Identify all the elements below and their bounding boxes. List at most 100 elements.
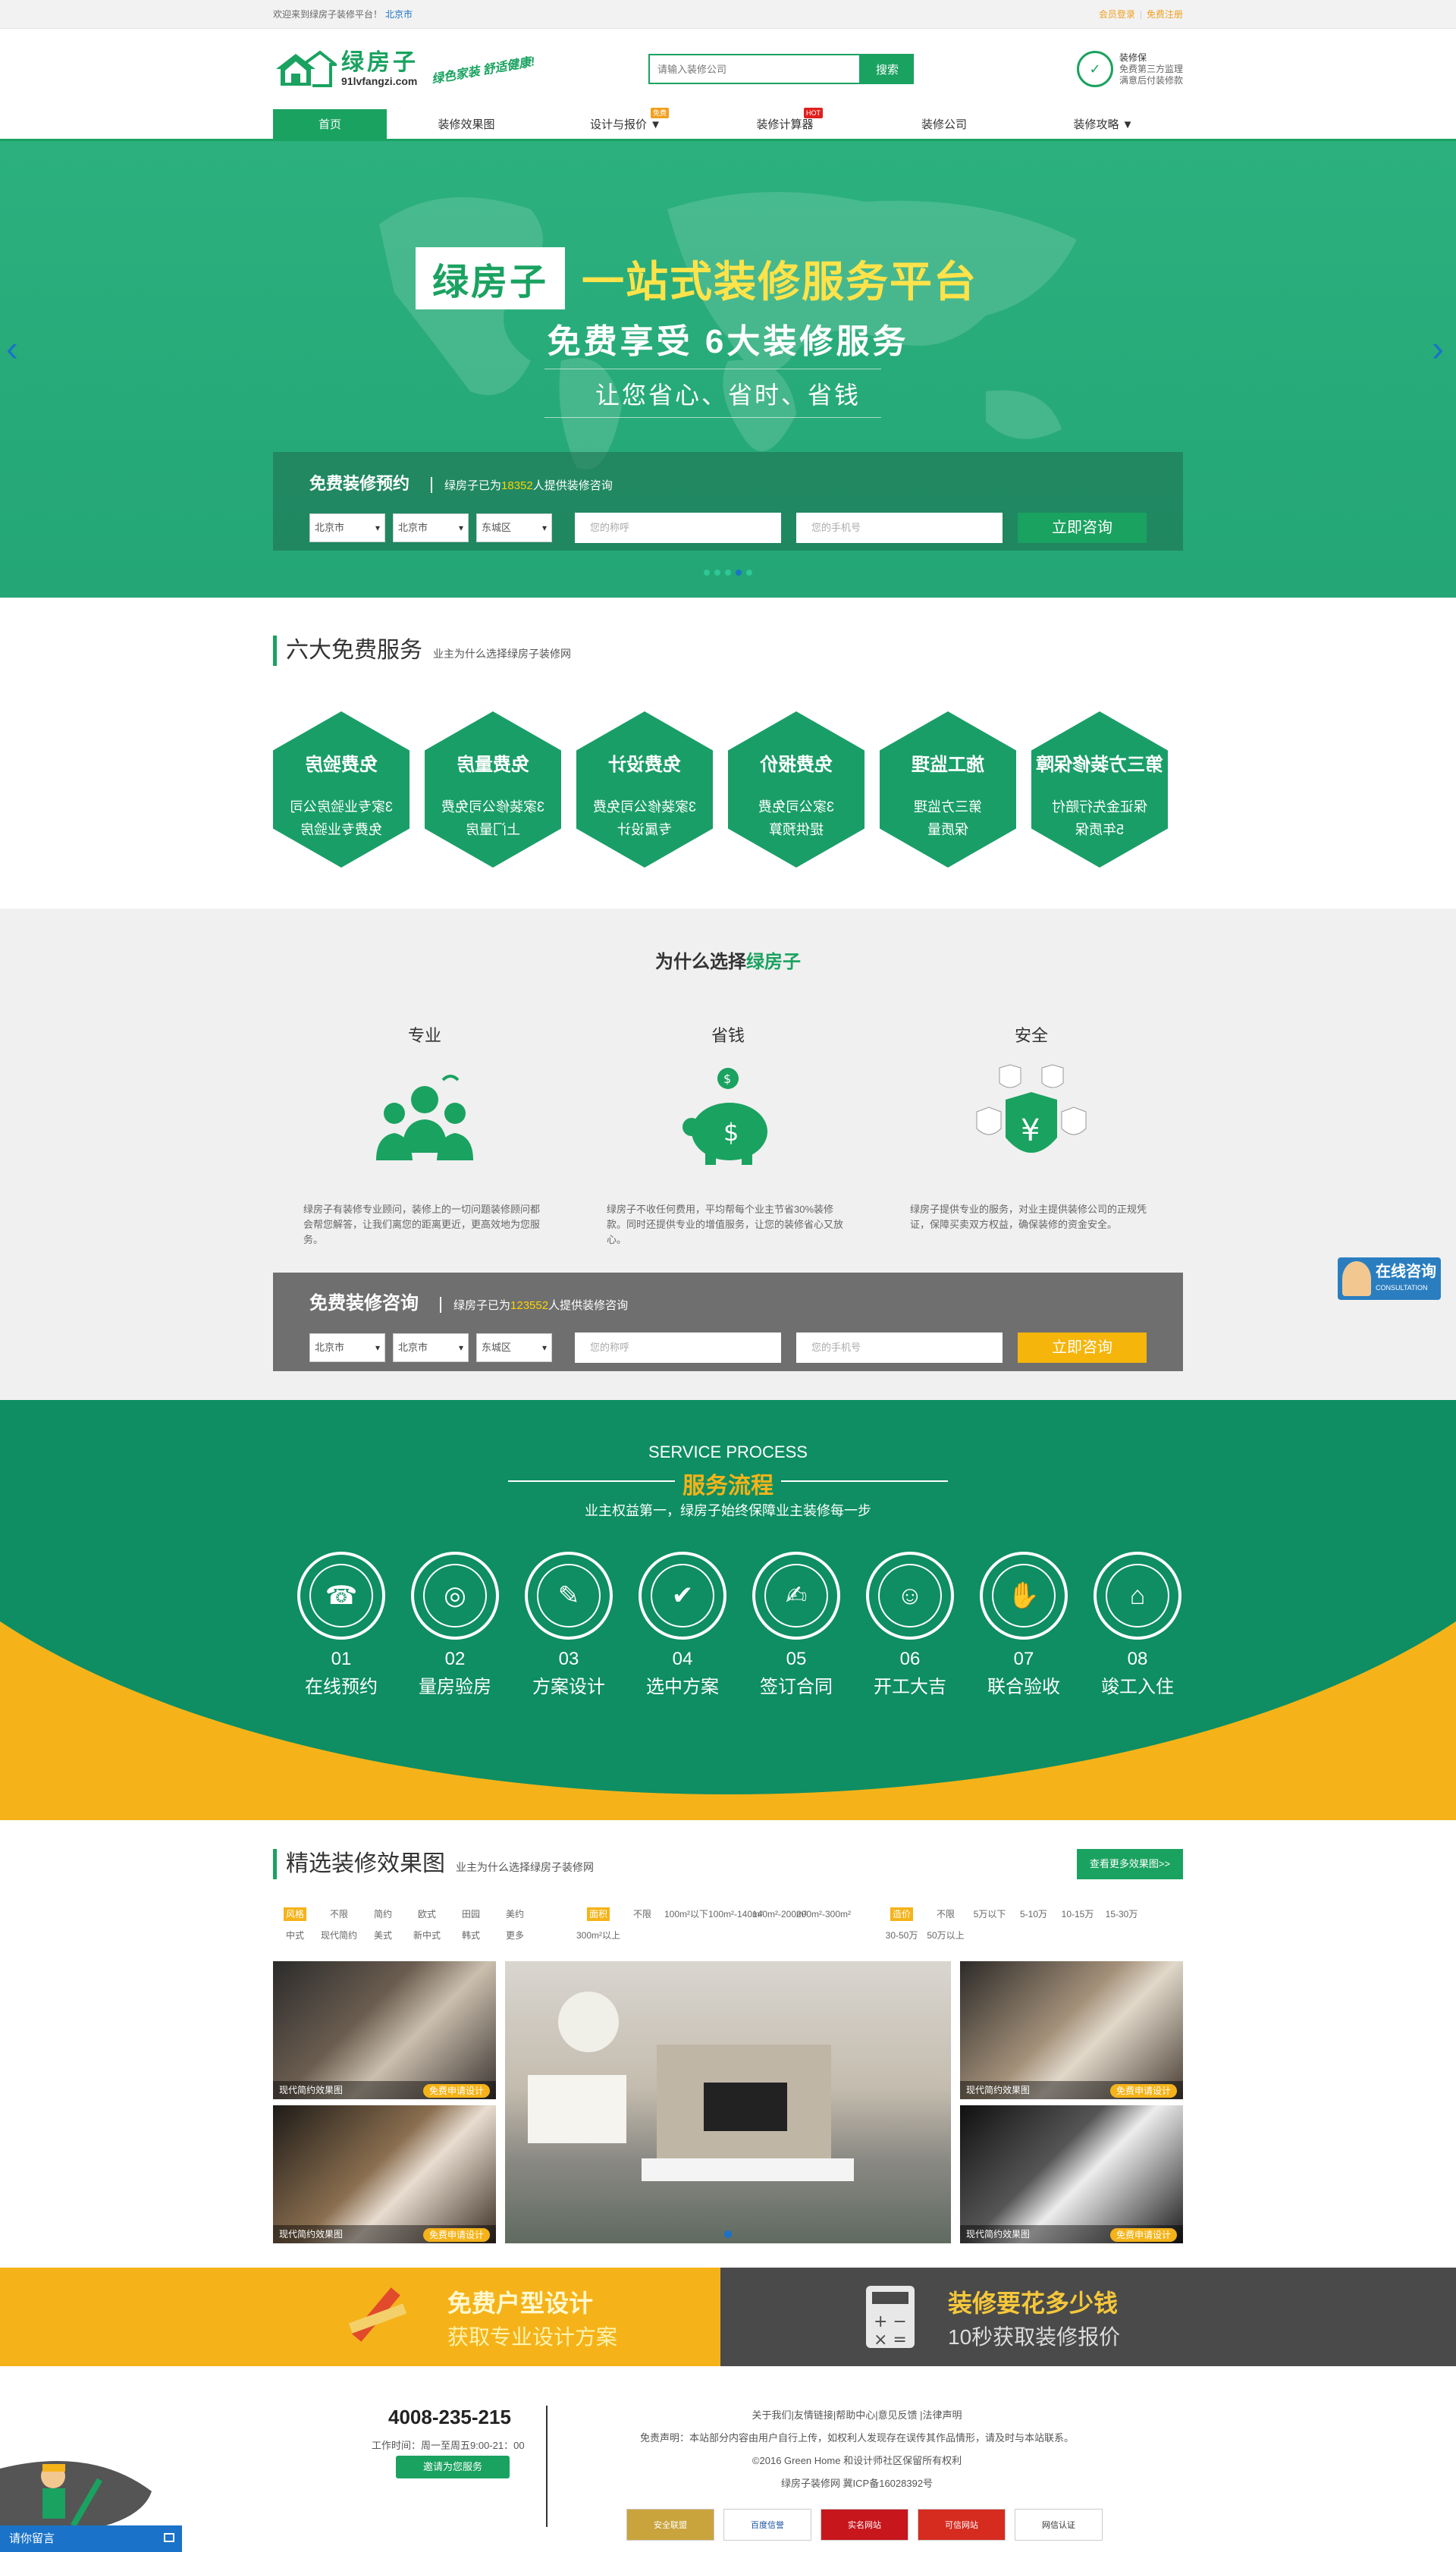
apply-design-button[interactable]: 免费申请设计: [1109, 2228, 1177, 2242]
service-hex[interactable]: 免费量房 3家装修公司免费 上门量房: [425, 711, 561, 868]
filter-option[interactable]: 简约: [361, 1904, 405, 1925]
filter-option[interactable]: 30-50万: [880, 1925, 924, 1946]
filter-option[interactable]: 200m²-300m²: [796, 1904, 851, 1925]
filter-option[interactable]: 美约: [493, 1904, 537, 1925]
prev-arrow-icon[interactable]: ‹: [6, 331, 24, 368]
gallery-photo-lounge[interactable]: 现代简约效果图 免费申请设计: [960, 1961, 1183, 2099]
nav-calculator[interactable]: 装修计算器 HOT: [705, 108, 864, 141]
filter-option[interactable]: 韩式: [449, 1925, 493, 1946]
quote-calculator-promo[interactable]: + − × = 装修要花多少钱 10秒获取装修报价: [720, 2268, 1456, 2366]
step-label: 方案设计: [532, 1677, 605, 1697]
carousel-dot[interactable]: [704, 570, 710, 576]
filter-option[interactable]: 更多: [493, 1925, 537, 1946]
province-select[interactable]: 北京市: [309, 513, 385, 542]
minimize-icon[interactable]: [164, 2533, 174, 2542]
logo-slogan: 绿色家装 舒适健康!: [431, 55, 536, 86]
district-select[interactable]: 东城区: [476, 1333, 552, 1362]
filter-option[interactable]: 现代简约: [317, 1925, 361, 1946]
nav-guides[interactable]: 装修攻略 ▼: [1024, 109, 1183, 141]
filter-option[interactable]: 100m²以下: [664, 1904, 708, 1925]
cert-baidu[interactable]: 百度信誉: [723, 2509, 811, 2541]
nav-gallery[interactable]: 装修效果图: [387, 109, 546, 141]
living-room-illustration: [528, 1992, 854, 2238]
filter-option[interactable]: 300m²以上: [576, 1925, 620, 1946]
consult-now-button[interactable]: 立即咨询: [1018, 513, 1147, 543]
footer: 4008-235-215 工作时间：周一至周五9:00-21：00 邀请为您服务…: [0, 2366, 1456, 2551]
filter-option[interactable]: 10-15万: [1056, 1904, 1100, 1925]
name-input[interactable]: 您的称呼: [575, 513, 781, 543]
province-select[interactable]: 北京市: [309, 1333, 385, 1362]
nav-design-quote[interactable]: 设计与报价 ▼ 免费: [546, 108, 705, 141]
nav-home[interactable]: 首页: [273, 109, 387, 141]
apply-design-button[interactable]: 免费申请设计: [422, 2228, 490, 2242]
gallery-photo-living-room[interactable]: [505, 1961, 951, 2243]
filter-option[interactable]: 美式: [361, 1925, 405, 1946]
filter-option[interactable]: 15-30万: [1100, 1904, 1144, 1925]
filter-option[interactable]: 中式: [273, 1925, 317, 1946]
logo[interactable]: 绿房子 91lvfangzi.com 绿色家装 舒适健康!: [273, 49, 576, 89]
photo-caption: 现代简约效果图 免费申请设计: [960, 2225, 1183, 2243]
service-hex[interactable]: 第三方装修保障 保证金先行赔付 5年质保: [1031, 711, 1168, 868]
apply-design-button[interactable]: 免费申请设计: [1109, 2084, 1177, 2098]
phone-input[interactable]: 您的手机号: [796, 1333, 1003, 1363]
service-hex[interactable]: 免费报价 3家公司免费 提供预算: [728, 711, 864, 868]
next-arrow-icon[interactable]: ›: [1432, 331, 1450, 368]
booking-title: 免费装修预约: [309, 474, 410, 493]
gallery-photo-hallway[interactable]: 现代简约效果图 免费申请设计: [960, 2105, 1183, 2243]
logo-domain: 91lvfangzi.com: [341, 75, 418, 87]
consult-now-button[interactable]: 立即咨询: [1018, 1333, 1147, 1363]
carousel-dot[interactable]: [736, 570, 742, 576]
register-link[interactable]: 免费注册: [1147, 9, 1183, 20]
search-button[interactable]: 搜索: [861, 54, 914, 84]
carousel-dot[interactable]: [725, 570, 731, 576]
filter-option[interactable]: 不限: [924, 1904, 968, 1925]
filter-option[interactable]: 不限: [620, 1904, 664, 1925]
six-services-section: 六大免费服务 业主为什么选择绿房子装修网 免费验房 3家专业验房公司 免费专业验房 免…: [273, 598, 1183, 909]
booking-header: 免费装修预约 绿房子已为18352人提供装修咨询: [309, 470, 1147, 494]
city-link[interactable]: 北京市: [385, 9, 413, 20]
service-hex[interactable]: 免费验房 3家专业验房公司 免费专业验房: [273, 711, 410, 868]
worker-icon: ☺: [878, 1564, 942, 1628]
filter-option[interactable]: 50万以上: [924, 1925, 968, 1946]
nav-companies[interactable]: 装修公司: [864, 109, 1024, 141]
filter-option[interactable]: 欧式: [405, 1904, 449, 1925]
filter-option[interactable]: 140m²-200m²: [752, 1904, 807, 1925]
search-input[interactable]: [648, 54, 861, 84]
city-select[interactable]: 北京市: [393, 513, 469, 542]
guarantee-badge[interactable]: ✓ 装修保 免费第三方监理 满意后付装修款: [1076, 51, 1183, 87]
svg-text:$: $: [723, 1118, 739, 1147]
name-input[interactable]: 您的称呼: [575, 1333, 781, 1363]
carousel-dot[interactable]: [714, 570, 720, 576]
filter-option[interactable]: 不限: [317, 1904, 361, 1925]
process-step-circle: ☎: [297, 1552, 385, 1640]
footer-links[interactable]: 关于我们|友情链接|帮助中心|意见反馈 |法律声明: [546, 2407, 1168, 2422]
district-select[interactable]: 东城区: [476, 513, 552, 542]
cert-trusted-site[interactable]: 可信网站: [918, 2509, 1006, 2541]
cert-security-alliance[interactable]: 安全联盟: [626, 2509, 714, 2541]
filter-option[interactable]: 100m²-140m²: [708, 1904, 763, 1925]
filter-option[interactable]: 5万以下: [968, 1904, 1012, 1925]
city-select[interactable]: 北京市: [393, 1333, 469, 1362]
invite-service-button[interactable]: 邀请为您服务: [396, 2456, 510, 2478]
more-gallery-button[interactable]: 查看更多效果图>>: [1077, 1849, 1183, 1879]
apply-design-button[interactable]: 免费申请设计: [422, 2084, 490, 2098]
service-hex[interactable]: 施工监理 第三方监理 保质量: [880, 711, 1016, 868]
phone-input[interactable]: 您的手机号: [796, 513, 1003, 543]
cert-net-trust[interactable]: 网信认证: [1015, 2509, 1103, 2541]
carousel-dot[interactable]: [746, 570, 752, 576]
live-chat-button[interactable]: 在线咨询 CONSULTATION: [1338, 1257, 1441, 1300]
step-number: 01: [331, 1649, 352, 1669]
footer-icp[interactable]: 绿房子装修网 冀ICP备16028392号: [546, 2475, 1168, 2490]
process-step-circle: ✔: [639, 1552, 726, 1640]
gallery-photo-bedroom[interactable]: 现代简约效果图 免费申请设计: [273, 2105, 496, 2243]
leave-message-bar[interactable]: 请你留言: [0, 2525, 182, 2552]
login-link[interactable]: 会员登录: [1099, 9, 1135, 20]
cert-real-name[interactable]: 实名网站: [821, 2509, 908, 2541]
filter-option[interactable]: 田园: [449, 1904, 493, 1925]
free-design-promo[interactable]: 免费户型设计 获取专业设计方案: [0, 2268, 720, 2366]
filter-option[interactable]: 新中式: [405, 1925, 449, 1946]
filter-option[interactable]: 5-10万: [1012, 1904, 1056, 1925]
service-desc-line: 第三方监理: [914, 799, 982, 815]
service-hex[interactable]: 免费设计 3家装修公司免费 专属设计: [576, 711, 713, 868]
gallery-photo-dining[interactable]: 现代简约效果图 免费申请设计: [273, 1961, 496, 2099]
